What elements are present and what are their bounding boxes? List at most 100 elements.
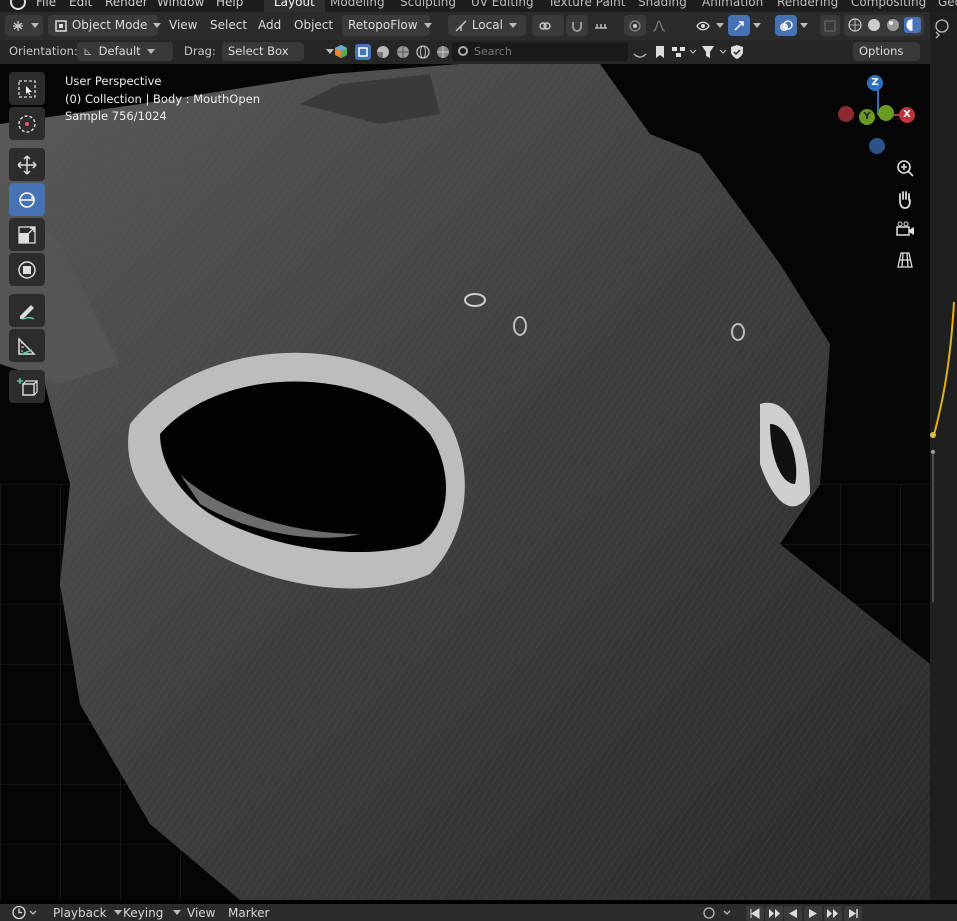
next-keyframe-icon bbox=[827, 909, 838, 918]
select-box-tool[interactable] bbox=[9, 72, 45, 105]
snap-toggle[interactable] bbox=[566, 15, 588, 36]
workspace-tab-rendering[interactable]: Rendering bbox=[777, 0, 838, 9]
xray-toggle[interactable] bbox=[820, 15, 840, 36]
gizmo-neg-z-axis[interactable] bbox=[869, 138, 885, 154]
globe-icon bbox=[416, 45, 430, 59]
timeline-menu-marker[interactable]: Marker bbox=[228, 905, 269, 921]
jump-to-keyframe-forward-button[interactable] bbox=[824, 906, 842, 921]
gizmo-y-axis[interactable]: Y bbox=[859, 109, 875, 125]
overlays-toggle[interactable] bbox=[775, 15, 797, 36]
play-reverse-button[interactable] bbox=[784, 906, 802, 921]
overlays-dropdown[interactable] bbox=[797, 15, 815, 36]
rendered-shading-icon bbox=[906, 19, 919, 31]
gizmo-x-axis[interactable]: X bbox=[899, 107, 915, 123]
menu-file[interactable]: File bbox=[36, 0, 56, 9]
gizmo-z-axis[interactable]: Z bbox=[867, 75, 883, 91]
header-menu-view[interactable]: View bbox=[163, 15, 203, 36]
mode-dropdown[interactable]: Object Mode bbox=[48, 15, 162, 36]
hierarchy-icon bbox=[672, 47, 685, 57]
jump-to-start-button[interactable] bbox=[746, 906, 764, 921]
bookmark-icon bbox=[656, 46, 664, 58]
visibility-dropdown[interactable] bbox=[690, 15, 724, 36]
gizmo-y-axis-positive[interactable] bbox=[878, 105, 894, 121]
rendered-fur-head-image bbox=[0, 64, 930, 900]
measure-tool[interactable] bbox=[9, 329, 45, 362]
annotate-tool[interactable] bbox=[9, 294, 45, 327]
retopoflow-dropdown[interactable]: RetopoFlow bbox=[342, 15, 432, 36]
play-icon bbox=[809, 909, 817, 918]
scale-tool[interactable] bbox=[9, 218, 45, 251]
tool-settings-bar: Orientation: ⊾ Default Drag: Select Box S… bbox=[0, 40, 930, 73]
wireframe-shading-icon bbox=[848, 18, 862, 32]
search-placeholder: Search bbox=[474, 45, 512, 58]
editor-type-button[interactable] bbox=[5, 15, 43, 36]
timeline-editor-type-button[interactable] bbox=[12, 905, 40, 920]
orientation-value: Default bbox=[98, 44, 141, 58]
adjacent-editor-panel[interactable] bbox=[930, 12, 957, 900]
header-menu-add[interactable]: Add bbox=[252, 15, 287, 36]
workspace-tab-layout[interactable]: Layout bbox=[264, 0, 325, 12]
play-reverse-icon bbox=[789, 909, 797, 918]
camera-view-button[interactable] bbox=[893, 218, 917, 242]
snap-target-dropdown[interactable] bbox=[588, 15, 620, 36]
zoom-button[interactable] bbox=[893, 157, 917, 181]
auto-keying-toggle[interactable] bbox=[700, 906, 736, 920]
jump-to-end-button[interactable] bbox=[844, 906, 862, 921]
blender-logo-icon[interactable] bbox=[10, 0, 26, 10]
proportional-falloff-dropdown[interactable] bbox=[646, 15, 676, 36]
timeline-menu-keying[interactable]: Keying bbox=[123, 905, 163, 921]
rotate-tool[interactable] bbox=[9, 183, 45, 216]
tool-shelf bbox=[9, 72, 47, 405]
header-menu-object[interactable]: Object bbox=[288, 15, 339, 36]
menu-window[interactable]: Window bbox=[157, 0, 204, 9]
jump-to-keyframe-back-button[interactable] bbox=[765, 906, 783, 921]
drag-dropdown[interactable]: Select Box bbox=[222, 42, 304, 73]
timeline-menu-view[interactable]: View bbox=[187, 905, 215, 921]
transform-orientation-dropdown[interactable]: Local bbox=[448, 15, 526, 36]
3d-viewport[interactable]: User Perspective (0) Collection | Body :… bbox=[0, 64, 930, 900]
menu-edit[interactable]: Edit bbox=[69, 0, 92, 9]
editor-type-icon bbox=[13, 20, 23, 31]
cursor-tool[interactable] bbox=[9, 107, 45, 140]
sphere-shaded-icon bbox=[377, 46, 389, 58]
orthographic-toggle-button[interactable] bbox=[893, 248, 917, 272]
jump-start-icon bbox=[750, 908, 760, 919]
proportional-editing-toggle[interactable] bbox=[624, 15, 646, 36]
jump-end-icon bbox=[849, 909, 858, 918]
move-tool[interactable] bbox=[9, 148, 45, 181]
workspace-tab-animation[interactable]: Animation bbox=[702, 0, 763, 9]
eye-icon bbox=[696, 21, 710, 30]
camera-icon bbox=[896, 221, 914, 236]
search-input[interactable]: Search bbox=[452, 42, 628, 61]
filter-icons bbox=[633, 45, 743, 59]
add-cube-tool[interactable] bbox=[9, 370, 45, 403]
transform-tool[interactable] bbox=[9, 253, 45, 286]
prev-keyframe-icon bbox=[769, 909, 780, 918]
workspace-tab-geometry[interactable]: Geo bbox=[938, 0, 957, 9]
workspace-tab-uv-editing[interactable]: UV Editing bbox=[471, 0, 534, 9]
gizmo-toggle[interactable] bbox=[728, 15, 750, 36]
timeline-menu-playback[interactable]: Playback bbox=[53, 905, 107, 921]
gizmo-neg-x-axis[interactable] bbox=[838, 106, 854, 122]
workspace-tab-compositing[interactable]: Compositing bbox=[851, 0, 926, 9]
proportional-icon bbox=[629, 19, 641, 32]
options-dropdown[interactable]: Options bbox=[853, 42, 920, 73]
pivot-point-dropdown[interactable] bbox=[532, 15, 564, 36]
play-button[interactable] bbox=[804, 906, 822, 921]
pan-button[interactable] bbox=[893, 188, 917, 212]
top-menu-bar: File Edit Render Window Help Layout Mode… bbox=[0, 0, 957, 12]
menu-render[interactable]: Render bbox=[105, 0, 148, 9]
cursor-tool-icon bbox=[18, 115, 36, 133]
workspace-tab-texture-paint[interactable]: Texture Paint bbox=[548, 0, 625, 9]
pencil-icon bbox=[20, 305, 35, 320]
workspace-tab-shading[interactable]: Shading bbox=[638, 0, 687, 9]
menu-help[interactable]: Help bbox=[216, 0, 243, 9]
orientation-axes-small-icon: ⊾ bbox=[83, 44, 93, 58]
workspace-tab-modeling[interactable]: Modeling bbox=[330, 0, 385, 9]
sphere-grid-icon bbox=[437, 46, 449, 58]
workspace-tab-sculpting[interactable]: Sculpting bbox=[400, 0, 456, 9]
orientation-dropdown[interactable]: ⊾ Default bbox=[77, 42, 173, 61]
drag-value: Select Box bbox=[228, 44, 289, 58]
header-menu-select[interactable]: Select bbox=[204, 15, 253, 36]
gizmo-dropdown[interactable] bbox=[750, 15, 768, 36]
